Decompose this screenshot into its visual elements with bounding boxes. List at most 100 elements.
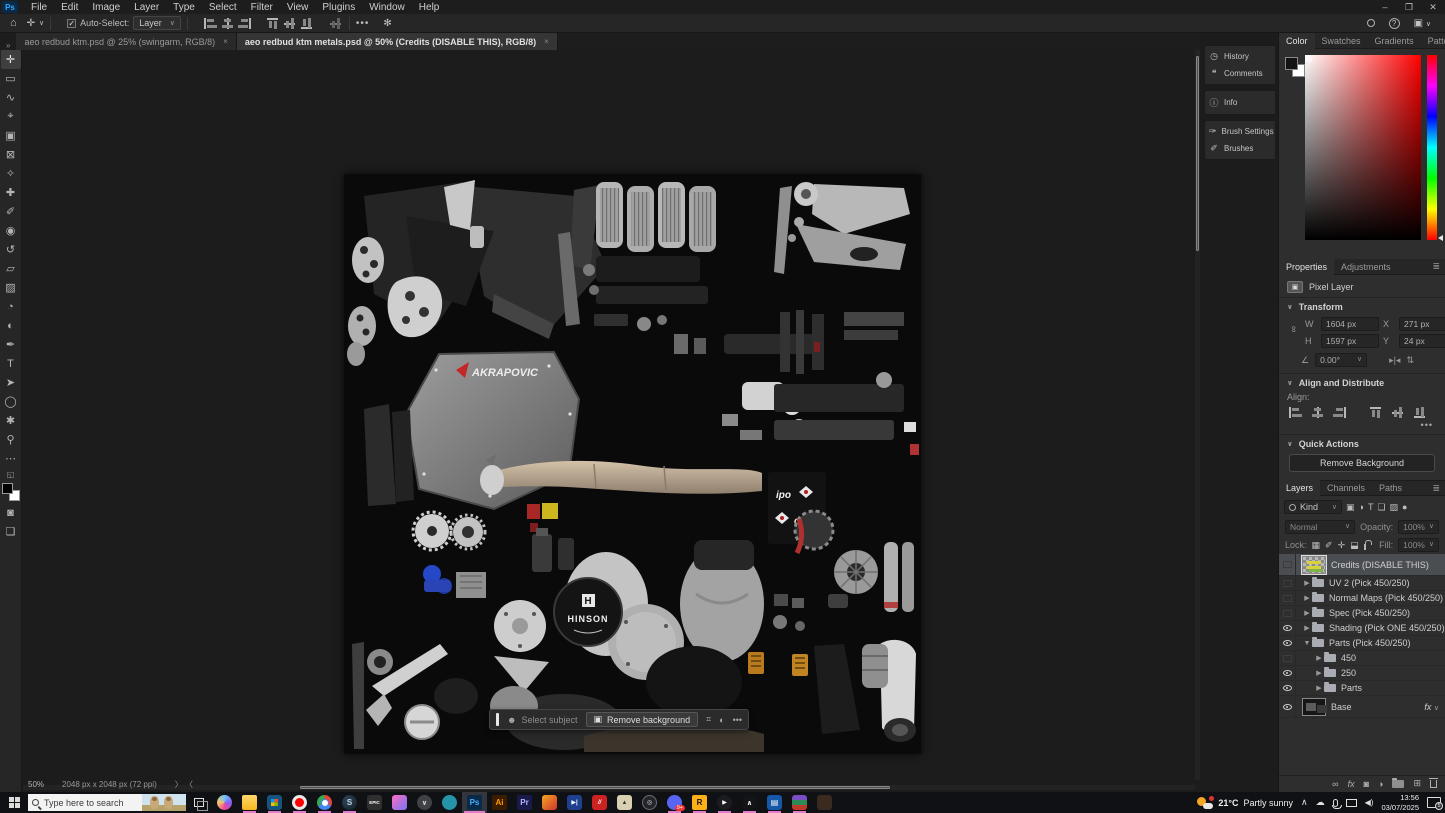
x-field[interactable]: 271 px: [1399, 317, 1445, 331]
panel-menu-icon[interactable]: ≣: [1432, 483, 1440, 494]
more-options-icon[interactable]: •••: [356, 18, 370, 29]
visibility-toggle-empty[interactable]: [1283, 580, 1292, 587]
taskbar-icon-game-orange[interactable]: [537, 792, 562, 813]
layer-name[interactable]: Parts: [1341, 683, 1362, 693]
align-left-icon[interactable]: [204, 18, 217, 29]
visibility-toggle-empty[interactable]: [1283, 655, 1292, 662]
lasso-tool[interactable]: ∿: [1, 88, 21, 107]
start-button[interactable]: [0, 792, 28, 813]
taskbar-icon-voicemod[interactable]: ∨: [412, 792, 437, 813]
crop-tool[interactable]: ▣: [1, 126, 21, 145]
select-subject-button[interactable]: ☻ Select subject: [507, 715, 578, 725]
blur-tool[interactable]: ◔: [1, 297, 21, 316]
taskbar-icon-solitaire[interactable]: ▤: [762, 792, 787, 813]
marquee-tool[interactable]: ▭: [1, 69, 21, 88]
canvas-pasteboard[interactable]: AKRAPOVIC H HINSON: [23, 50, 1195, 792]
hand-tool[interactable]: ✱: [1, 411, 21, 430]
expand-chevron-icon[interactable]: ▶: [1302, 579, 1312, 587]
onedrive-icon[interactable]: ☁: [1316, 797, 1325, 808]
visibility-eye-icon[interactable]: [1283, 640, 1292, 646]
layer-name[interactable]: Base: [1331, 702, 1352, 712]
eraser-tool[interactable]: ▱: [1, 259, 21, 278]
document-canvas[interactable]: AKRAPOVIC H HINSON: [344, 174, 921, 754]
taskbar-icon-mx-bikes[interactable]: ▶|: [562, 792, 587, 813]
layer-row[interactable]: Credits (DISABLE THIS): [1279, 554, 1445, 576]
layer-row[interactable]: ▶250: [1279, 666, 1445, 681]
color-tab-color[interactable]: Color: [1279, 33, 1315, 49]
taskbar-icon-rust[interactable]: [812, 792, 837, 813]
taskbar-icon-chrome[interactable]: [312, 792, 337, 813]
visibility-eye-icon[interactable]: [1283, 704, 1292, 710]
taskbar-icon-rockstar[interactable]: R: [687, 792, 712, 813]
microphone-icon[interactable]: [1333, 799, 1338, 807]
remove-background-button[interactable]: ▣ Remove background: [586, 712, 699, 727]
visibility-toggle-empty[interactable]: [1283, 561, 1292, 568]
taskbar-search-input[interactable]: Type here to search: [28, 794, 186, 811]
close-tab-icon[interactable]: ×: [223, 37, 228, 46]
panel-menu-icon[interactable]: ≣: [1432, 261, 1440, 272]
layer-row[interactable]: ▶Parts: [1279, 681, 1445, 696]
layer-name[interactable]: UV 2 (Pick 450/250): [1329, 578, 1410, 588]
path-selection-tool[interactable]: ➤: [1, 373, 21, 392]
taskbar-icon-copilot[interactable]: [212, 792, 237, 813]
expand-chevron-icon[interactable]: ▼: [1302, 640, 1312, 647]
taskbar-icon-media-player[interactable]: ▶: [712, 792, 737, 813]
taskbar-icon-file-explorer[interactable]: [237, 792, 262, 813]
more-icon[interactable]: •••: [733, 715, 742, 725]
align-header[interactable]: ∨Align and Distribute: [1287, 378, 1437, 388]
layers-tab-layers[interactable]: Layers: [1279, 480, 1320, 496]
object-selection-tool[interactable]: ⌖: [1, 107, 21, 126]
color-tab-gradients[interactable]: Gradients: [1368, 33, 1421, 49]
clone-stamp-tool[interactable]: ◉: [1, 221, 21, 240]
dock-brush-settings[interactable]: ✑Brush Settings: [1205, 123, 1275, 140]
layer-row[interactable]: ▶Spec (Pick 450/250): [1279, 606, 1445, 621]
default-colors-icon[interactable]: ◱: [7, 470, 15, 479]
frame-tool[interactable]: ⊠: [1, 145, 21, 164]
taskbar-icon-photoshop[interactable]: Ps: [462, 792, 487, 813]
restore-button[interactable]: ❐: [1397, 2, 1421, 13]
taskbar-icon-steam[interactable]: S: [337, 792, 362, 813]
new-layer-icon[interactable]: ⊞: [1413, 778, 1421, 789]
taskbar-icon-discord[interactable]: 9+: [662, 792, 687, 813]
menu-view[interactable]: View: [280, 2, 316, 13]
adjustment-layer-icon[interactable]: ◑: [1378, 779, 1383, 789]
filter-adjustment-layers-icon[interactable]: ◑: [1359, 502, 1364, 512]
search-icon[interactable]: [1367, 19, 1375, 27]
align-right-icon[interactable]: [238, 18, 251, 29]
workspace-gear-icon[interactable]: ✻: [383, 18, 391, 29]
tray-chevron-icon[interactable]: ∧: [1301, 797, 1308, 808]
horizontal-scrollbar[interactable]: [23, 785, 1195, 790]
filter-shape-layers-icon[interactable]: ❏: [1377, 502, 1385, 513]
minimize-button[interactable]: –: [1373, 2, 1397, 13]
close-button[interactable]: ✕: [1421, 2, 1445, 13]
align-bottom-icon[interactable]: [301, 18, 314, 29]
expand-chevron-icon[interactable]: ▶: [1314, 654, 1324, 662]
menu-type[interactable]: Type: [166, 2, 202, 13]
foreground-background-swatches[interactable]: [2, 483, 20, 501]
lock-transparency-icon[interactable]: ▦: [1312, 540, 1321, 551]
display-icon[interactable]: [1346, 799, 1357, 807]
color-tab-swatches[interactable]: Swatches: [1315, 33, 1368, 49]
flip-horizontal-icon[interactable]: ▸|◂: [1389, 355, 1400, 366]
taskbar-icon-obs-studio[interactable]: ◎: [637, 792, 662, 813]
filter-smart-objects-icon[interactable]: ▨: [1390, 502, 1399, 513]
vertical-scrollbar[interactable]: [1195, 50, 1200, 780]
gradient-tool[interactable]: ▨: [1, 278, 21, 297]
filter-toggle-icon[interactable]: ●: [1402, 502, 1407, 512]
transform-header[interactable]: ∨Transform: [1287, 302, 1437, 312]
taskbar-drag-handle[interactable]: [496, 713, 499, 726]
menu-layer[interactable]: Layer: [127, 2, 166, 13]
expand-chevron-icon[interactable]: ▶: [1314, 669, 1324, 677]
taskbar-icon-premiere[interactable]: Pr: [512, 792, 537, 813]
blend-mode-dropdown[interactable]: Normal∨: [1285, 520, 1355, 534]
menu-edit[interactable]: Edit: [54, 2, 85, 13]
document-tab-inactive[interactable]: aeo redbud ktm.psd @ 25% (swingarm, RGB/…: [16, 33, 236, 50]
transform-icon[interactable]: ⌗: [706, 714, 711, 725]
new-group-icon[interactable]: [1392, 780, 1404, 788]
notifications-icon[interactable]: 5: [1427, 797, 1441, 808]
expand-chevron-icon[interactable]: ▶: [1302, 609, 1312, 617]
layer-effects-icon[interactable]: fx: [1348, 779, 1355, 789]
layer-row[interactable]: ▶450: [1279, 651, 1445, 666]
speaker-icon[interactable]: ◀): [1365, 798, 1374, 807]
shape-tool[interactable]: ◯: [1, 392, 21, 411]
